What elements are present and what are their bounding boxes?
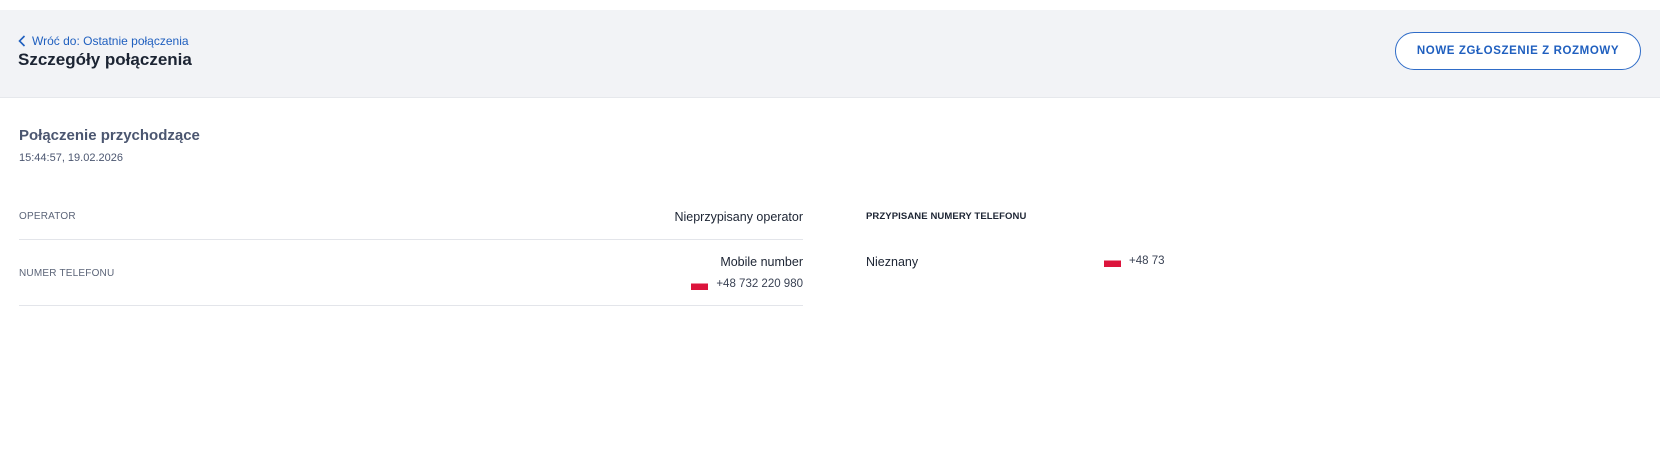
phone-number-row: NUMER TELEFONU Mobile number +48 732 220… [19,240,803,306]
operator-row: OPERATOR Nieprzypisany operator [19,198,803,240]
phone-number-line: +48 732 220 980 [691,278,803,290]
call-datetime: 15:44:57, 19.02.2026 [19,152,123,164]
operator-value: Nieprzypisany operator [674,210,803,224]
back-link[interactable]: Wróć do: Ostatnie połączenia [18,34,189,48]
page-header: Wróć do: Ostatnie połączenia Szczegóły p… [0,10,1660,98]
poland-flag-icon [1104,255,1121,267]
assigned-numbers-heading: PRZYPISANE NUMERY TELEFONU [866,211,1027,222]
assigned-number-line: +48 73 [1104,255,1165,267]
operator-label: OPERATOR [19,211,76,222]
poland-flag-icon [691,278,709,290]
phone-number-value: +48 732 220 980 [716,278,803,290]
call-type-heading: Połączenie przychodzące [19,127,200,144]
chevron-left-icon [18,35,26,47]
new-ticket-from-call-button[interactable]: NOWE ZGŁOSZENIE Z ROZMOWY [1395,32,1641,70]
phone-number-label: NUMER TELEFONU [19,268,115,279]
assigned-number-status: Nieznany [866,255,919,269]
assigned-number-value: +48 73 [1129,255,1165,267]
back-link-label: Wróć do: Ostatnie połączenia [32,34,189,48]
top-strip [0,0,1660,10]
page-title: Szczegóły połączenia [18,50,192,69]
phone-type: Mobile number [720,255,803,269]
assigned-number-item: Nieznany +48 73 [866,255,1266,275]
